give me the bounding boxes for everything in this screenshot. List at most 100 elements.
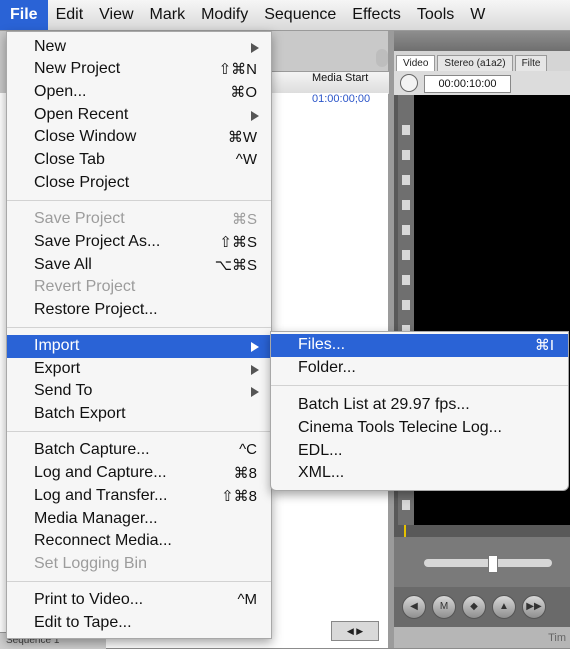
menu-item-import[interactable]: Import bbox=[7, 335, 271, 358]
match-frame-button[interactable]: ▶▶ bbox=[522, 595, 546, 619]
submenu-arrow-icon bbox=[251, 365, 259, 375]
shortcut-label: ⌘O bbox=[230, 84, 257, 101]
scroll-knob[interactable] bbox=[376, 49, 388, 67]
submenu-item-folder[interactable]: Folder... bbox=[271, 357, 568, 380]
browser-scroll-arrows[interactable]: ◀ ▶ bbox=[331, 621, 379, 641]
menu-separator bbox=[7, 200, 271, 201]
menu-separator bbox=[7, 327, 271, 328]
menu-item-log-and-transfer[interactable]: Log and Transfer... ⇧⌘8 bbox=[7, 485, 271, 508]
menu-item-edit-to-tape[interactable]: Edit to Tape... bbox=[7, 612, 271, 635]
transport-controls: ◀ M ◆ ▲ ▶▶ bbox=[394, 587, 570, 627]
menu-item-label: Log and Transfer... bbox=[34, 487, 168, 504]
submenu-arrow-icon bbox=[251, 342, 259, 352]
menu-item-label: Open Recent bbox=[34, 106, 129, 123]
tab-stereo[interactable]: Stereo (a1a2) bbox=[437, 55, 513, 71]
menu-item-close-window[interactable]: Close Window ⌘W bbox=[7, 126, 271, 149]
submenu-item-xml[interactable]: XML... bbox=[271, 462, 568, 485]
playhead-marker[interactable] bbox=[404, 525, 406, 537]
tab-video[interactable]: Video bbox=[396, 55, 436, 71]
menu-item-label: Batch Export bbox=[34, 405, 126, 422]
submenu-item-files[interactable]: Files... ⌘I bbox=[271, 334, 568, 357]
menu-item-label: Close Window bbox=[34, 128, 137, 145]
menu-item-label: Batch List at 29.97 fps... bbox=[298, 396, 470, 413]
media-start-timecode: 01:00:00;00 bbox=[312, 93, 371, 105]
menu-effects[interactable]: Effects bbox=[344, 0, 409, 30]
tab-filters[interactable]: Filte bbox=[514, 55, 548, 71]
film-hole bbox=[402, 125, 410, 135]
menu-item-new[interactable]: New bbox=[7, 36, 271, 59]
menu-item-label: New bbox=[34, 38, 67, 55]
menu-item-label: Open... bbox=[34, 83, 87, 100]
import-submenu: Files... ⌘I Folder... Batch List at 29.9… bbox=[270, 331, 569, 491]
mark-button[interactable]: M bbox=[432, 595, 456, 619]
menu-item-label: Cinema Tools Telecine Log... bbox=[298, 419, 502, 436]
menu-item-log-and-capture[interactable]: Log and Capture... ⌘8 bbox=[7, 462, 271, 485]
menu-item-label: Files... bbox=[298, 336, 346, 353]
menu-item-save-project: Save Project ⌘S bbox=[7, 208, 271, 231]
clock-icon[interactable] bbox=[400, 74, 418, 92]
film-hole bbox=[402, 175, 410, 185]
menu-item-label: Set Logging Bin bbox=[34, 555, 147, 572]
submenu-arrow-icon bbox=[251, 387, 259, 397]
menu-item-save-all[interactable]: Save All ⌥⌘S bbox=[7, 254, 271, 277]
shortcut-label: ⌘W bbox=[227, 129, 257, 146]
menu-item-label: Batch Capture... bbox=[34, 441, 150, 458]
menu-item-restore-project[interactable]: Restore Project... bbox=[7, 299, 271, 322]
menu-item-close-project[interactable]: Close Project bbox=[7, 172, 271, 195]
keyframe-button[interactable]: ▲ bbox=[492, 595, 516, 619]
menu-sequence[interactable]: Sequence bbox=[256, 0, 344, 30]
menu-item-label: Log and Capture... bbox=[34, 464, 167, 481]
submenu-arrow-icon bbox=[251, 111, 259, 121]
menu-modify[interactable]: Modify bbox=[193, 0, 256, 30]
shortcut-label: ^C bbox=[239, 441, 257, 458]
film-hole bbox=[402, 275, 410, 285]
menu-item-label: Media Manager... bbox=[34, 510, 158, 527]
menu-item-close-tab[interactable]: Close Tab ^W bbox=[7, 149, 271, 172]
menu-item-new-project[interactable]: New Project ⇧⌘N bbox=[7, 58, 271, 81]
menu-item-label: Folder... bbox=[298, 359, 356, 376]
prev-edit-button[interactable]: ◀ bbox=[402, 595, 426, 619]
film-hole bbox=[402, 200, 410, 210]
menu-item-batch-capture[interactable]: Batch Capture... ^C bbox=[7, 439, 271, 462]
menu-item-label: Print to Video... bbox=[34, 591, 144, 608]
duration-timecode[interactable]: 00:00:10:00 bbox=[424, 75, 511, 93]
jog-thumb[interactable] bbox=[488, 555, 498, 573]
menu-item-open-recent[interactable]: Open Recent bbox=[7, 104, 271, 127]
submenu-item-cinema-tools-log[interactable]: Cinema Tools Telecine Log... bbox=[271, 417, 568, 440]
submenu-item-batch-list[interactable]: Batch List at 29.97 fps... bbox=[271, 394, 568, 417]
submenu-arrow-icon bbox=[251, 43, 259, 53]
menu-item-send-to[interactable]: Send To bbox=[7, 380, 271, 403]
menu-item-reconnect-media[interactable]: Reconnect Media... bbox=[7, 530, 271, 553]
menu-item-label: Save Project bbox=[34, 210, 125, 227]
menu-bar: File Edit View Mark Modify Sequence Effe… bbox=[0, 0, 570, 31]
menu-item-label: Save Project As... bbox=[34, 233, 161, 250]
menu-edit[interactable]: Edit bbox=[48, 0, 92, 30]
menu-item-print-to-video[interactable]: Print to Video... ^M bbox=[7, 589, 271, 612]
film-hole bbox=[402, 225, 410, 235]
menu-item-save-project-as[interactable]: Save Project As... ⇧⌘S bbox=[7, 231, 271, 254]
shortcut-label: ⌥⌘S bbox=[214, 257, 257, 274]
film-hole bbox=[402, 150, 410, 160]
menu-window[interactable]: W bbox=[462, 0, 493, 30]
menu-item-label: Send To bbox=[34, 382, 93, 399]
submenu-item-edl[interactable]: EDL... bbox=[271, 440, 568, 463]
menu-item-label: XML... bbox=[298, 464, 345, 481]
menu-view[interactable]: View bbox=[91, 0, 141, 30]
menu-item-label: Reconnect Media... bbox=[34, 532, 172, 549]
marker-button[interactable]: ◆ bbox=[462, 595, 486, 619]
menu-mark[interactable]: Mark bbox=[142, 0, 194, 30]
menu-item-set-logging-bin: Set Logging Bin bbox=[7, 553, 271, 576]
menu-item-batch-export[interactable]: Batch Export bbox=[7, 403, 271, 426]
shortcut-label: ⌘S bbox=[231, 211, 257, 228]
menu-item-open[interactable]: Open... ⌘O bbox=[7, 81, 271, 104]
scrubber-area bbox=[394, 537, 570, 587]
column-media-start[interactable]: Media Start bbox=[312, 72, 368, 84]
viewer-status: Tim bbox=[394, 627, 570, 648]
menu-item-export[interactable]: Export bbox=[7, 358, 271, 381]
menu-tools[interactable]: Tools bbox=[409, 0, 462, 30]
menu-file[interactable]: File bbox=[0, 0, 48, 30]
menu-item-media-manager[interactable]: Media Manager... bbox=[7, 508, 271, 531]
menu-separator bbox=[271, 385, 568, 386]
menu-item-revert-project: Revert Project bbox=[7, 276, 271, 299]
jog-shuttle[interactable] bbox=[424, 555, 552, 573]
